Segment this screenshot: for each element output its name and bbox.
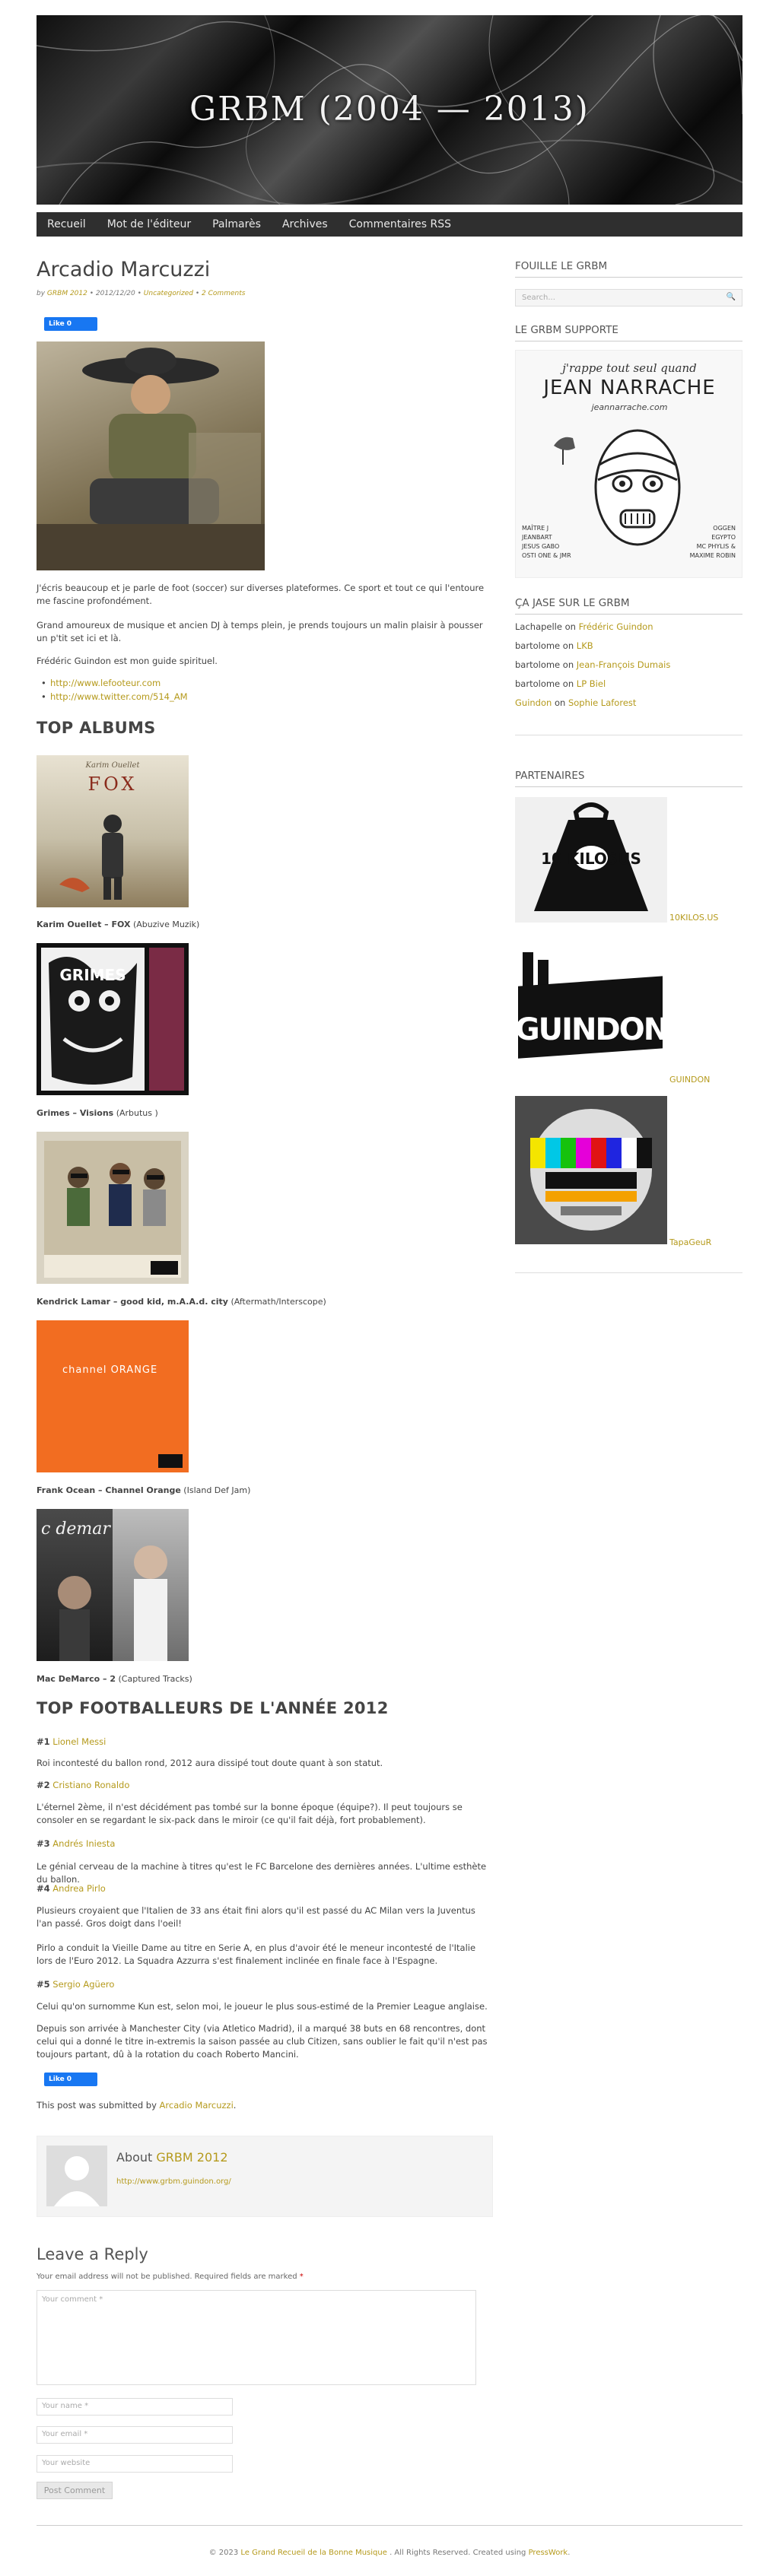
svg-text:10 KILOSUS: 10 KILOSUS xyxy=(541,850,641,868)
sidebar-divider-bottom xyxy=(515,1272,742,1273)
nav-palmares[interactable]: Palmarès xyxy=(212,218,261,230)
site-title[interactable]: GRBM (2004 — 2013) xyxy=(37,90,742,129)
meta-author-link[interactable]: GRBM 2012 xyxy=(47,290,87,297)
page: GRBM (2004 — 2013) Recueil Mot de l'édit… xyxy=(0,0,779,2576)
album-cover-channel-orange: channel ORANGE xyxy=(37,1320,189,1472)
avatar xyxy=(46,2146,107,2206)
player-1-link[interactable]: Lionel Messi xyxy=(52,1736,106,1747)
comment-textarea[interactable]: Your comment * xyxy=(37,2290,476,2385)
recent-comment-2: bartolome on LKB xyxy=(515,640,593,651)
meta-comments-link[interactable]: 2 Comments xyxy=(202,290,245,297)
player-4-text-1: Plusieurs croyaient que l'Italien de 33 … xyxy=(37,1905,475,1929)
submitted-by: This post was submitted by Arcadio Marcu… xyxy=(37,2100,237,2111)
footer-credit-link[interactable]: PressWork xyxy=(529,2549,568,2557)
author-photo xyxy=(37,341,265,570)
player-2-text: L'éternel 2ème, il n'est décidément pas … xyxy=(37,1802,463,1825)
album-cover-mac-demarco: c demar xyxy=(37,1509,189,1661)
sidebar-partners-heading: PARTENAIRES xyxy=(515,770,742,787)
submitted-author-link[interactable]: Arcadio Marcuzzi xyxy=(160,2100,234,2111)
website-input[interactable]: Your website xyxy=(37,2455,233,2473)
album-cover-fox: Karim Ouellet FOX xyxy=(37,755,189,907)
post-title: Arcadio Marcuzzi xyxy=(37,258,211,281)
intro-paragraph-3: Frédéric Guindon est mon guide spirituel… xyxy=(37,656,218,666)
album-caption-1: Karim Ouellet – FOX (Abuzive Muzik) xyxy=(37,920,200,929)
players-heading: TOP FOOTBALLEURS DE L'ANNÉE 2012 xyxy=(37,1699,389,1717)
nav-archives[interactable]: Archives xyxy=(282,218,328,230)
player-4-title: #4 Andrea Pirlo xyxy=(37,1883,106,1894)
svg-text:GUINDON: GUINDON xyxy=(515,1012,667,1047)
player-5-text-1: Celui qu'on surnomme Kun est, selon moi,… xyxy=(37,2001,488,2012)
reply-note: Your email address will not be published… xyxy=(37,2273,304,2281)
album-caption-5: Mac DeMarco – 2 (Captured Tracks) xyxy=(37,1674,192,1684)
sidebar-comments-heading: ÇA JASE SUR LE GRBM xyxy=(515,597,742,615)
partner-link-guindon[interactable]: GUINDON xyxy=(669,1075,710,1085)
albums-heading: TOP ALBUMS xyxy=(37,719,156,737)
recent-comment-3: bartolome on Jean-François Dumais xyxy=(515,659,671,670)
author-about: About GRBM 2012 xyxy=(116,2150,228,2165)
album-caption-3: Kendrick Lamar – good kid, m.A.A.d. city… xyxy=(37,1297,326,1307)
link-lefooteur[interactable]: http://www.lefooteur.com xyxy=(41,678,161,688)
post-comment-button[interactable]: Post Comment xyxy=(37,2482,113,2499)
meta-category-link[interactable]: Uncategorized xyxy=(144,290,193,297)
album-cover-kendrick xyxy=(37,1132,189,1284)
player-2-title: #2 Cristiano Ronaldo xyxy=(37,1780,130,1790)
recent-comment-4-post-link[interactable]: LP Biel xyxy=(577,678,606,689)
player-4-text-2: Pirlo a conduit la Vieille Dame au titre… xyxy=(37,1942,476,1966)
search-icon[interactable]: 🔍 xyxy=(727,293,736,301)
nav-mot-editeur[interactable]: Mot de l'éditeur xyxy=(107,218,191,230)
recent-comment-5: Guindon on Sophie Laforest xyxy=(515,697,637,708)
recent-comment-1-post-link[interactable]: Frédéric Guindon xyxy=(579,621,653,632)
post-meta: by GRBM 2012 • 2012/12/20 • Uncategorize… xyxy=(37,290,246,297)
author-url-link[interactable]: http://www.grbm.guindon.org/ xyxy=(116,2177,231,2186)
reply-heading: Leave a Reply xyxy=(37,2245,148,2263)
jean-narrache-poster[interactable]: j'rappe tout seul quand JEAN NARRACHE je… xyxy=(515,350,742,578)
fb-like-button-bottom[interactable]: Like 0 xyxy=(44,2073,97,2086)
name-input[interactable]: Your name * xyxy=(37,2398,233,2416)
site-header-banner[interactable]: GRBM (2004 — 2013) xyxy=(37,15,742,205)
author-photo-art xyxy=(37,348,265,570)
recent-comment-5-author-link[interactable]: Guindon xyxy=(515,697,552,708)
partner-logo-10kilos[interactable]: 10 KILOSUS xyxy=(515,797,667,923)
recent-comment-2-post-link[interactable]: LKB xyxy=(577,640,593,651)
recent-comment-3-post-link[interactable]: Jean-François Dumais xyxy=(577,659,671,670)
nav-rss[interactable]: Commentaires RSS xyxy=(349,218,451,230)
player-1-title: #1 Lionel Messi xyxy=(37,1736,107,1747)
player-5-title: #5 Sergio Agüero xyxy=(37,1979,115,1990)
email-input[interactable]: Your email * xyxy=(37,2426,233,2444)
link-twitter[interactable]: http://www.twitter.com/514_AM xyxy=(41,691,187,702)
author-box: About GRBM 2012 http://www.grbm.guindon.… xyxy=(37,2136,493,2217)
search-placeholder: Search... xyxy=(522,294,555,302)
fb-like-button[interactable]: Like 0 xyxy=(44,317,97,331)
player-3-title: #3 Andrés Iniesta xyxy=(37,1838,116,1849)
partner-link-10kilos[interactable]: 10KILOS.US xyxy=(669,913,718,923)
recent-comment-1: Lachapelle on Frédéric Guindon xyxy=(515,621,653,632)
player-3-link[interactable]: Andrés Iniesta xyxy=(52,1838,115,1849)
partner-logo-guindon[interactable]: GUINDON xyxy=(515,945,669,1070)
player-5-link[interactable]: Sergio Agüero xyxy=(52,1979,114,1990)
intro-paragraph-1: J'écris beaucoup et je parle de foot (so… xyxy=(37,583,485,606)
footer-site-link[interactable]: Le Grand Recueil de la Bonne Musique xyxy=(240,2549,387,2557)
main-nav: Recueil Mot de l'éditeur Palmarès Archiv… xyxy=(37,212,742,237)
nav-recueil[interactable]: Recueil xyxy=(47,218,86,230)
player-5-text-2: Depuis son arrivée à Manchester City (vi… xyxy=(37,2023,488,2060)
sidebar-search-heading: FOUILLE LE GRBM xyxy=(515,260,742,278)
intro-paragraph-2: Grand amoureux de musique et ancien DJ à… xyxy=(37,620,483,643)
recent-comment-4: bartolome on LP Biel xyxy=(515,678,606,689)
album-caption-4: Frank Ocean – Channel Orange (Island Def… xyxy=(37,1485,251,1495)
partner-logo-tapageur[interactable] xyxy=(515,1096,667,1244)
partner-link-tapageur[interactable]: TapaGeuR xyxy=(669,1237,711,1247)
recent-comment-5-post-link[interactable]: Sophie Laforest xyxy=(568,697,636,708)
footer: © 2023 Le Grand Recueil de la Bonne Musi… xyxy=(37,2525,742,2557)
player-4-link[interactable]: Andrea Pirlo xyxy=(52,1883,106,1894)
sidebar-support-heading: LE GRBM SUPPORTE xyxy=(515,324,742,341)
player-2-link[interactable]: Cristiano Ronaldo xyxy=(52,1780,129,1790)
author-name-link[interactable]: GRBM 2012 xyxy=(156,2150,227,2165)
album-cover-grimes: GRIMES xyxy=(37,943,189,1095)
search-input[interactable]: Search... 🔍 xyxy=(515,289,742,307)
player-1-text: Roi incontesté du ballon rond, 2012 aura… xyxy=(37,1758,383,1768)
album-caption-2: Grimes – Visions (Arbutus ) xyxy=(37,1108,158,1118)
